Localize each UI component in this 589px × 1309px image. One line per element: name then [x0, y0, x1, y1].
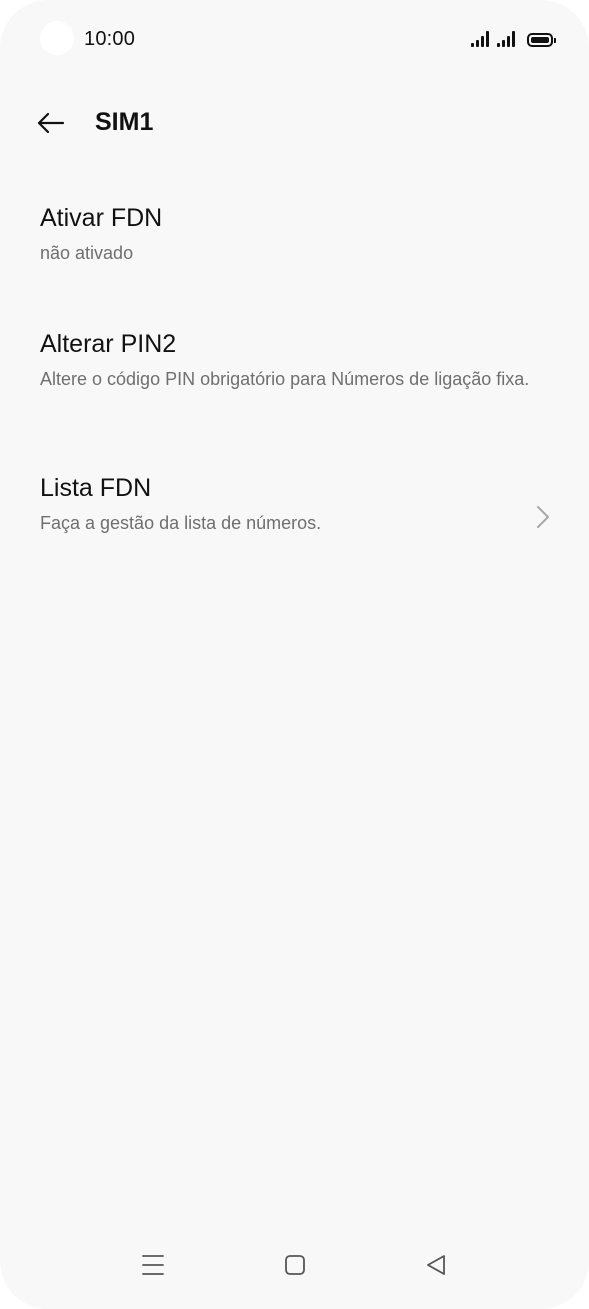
back-button[interactable] [28, 100, 74, 146]
menu-icon [142, 1255, 164, 1275]
chevron-right-icon [537, 506, 549, 528]
nav-back-button[interactable] [416, 1245, 456, 1285]
status-bar: 10:00 [0, 0, 589, 80]
battery-icon [527, 33, 556, 47]
navigation-bar [0, 1229, 589, 1309]
signal-sim2-icon [497, 29, 515, 47]
phone-screen: 10:00 SIM1 Ativar FDN não ativado Altera… [0, 0, 589, 1309]
settings-list: Ativar FDN não ativado Alterar PIN2 Alte… [0, 190, 589, 568]
back-triangle-icon [427, 1255, 445, 1275]
setting-fdn-list[interactable]: Lista FDN Faça a gestão da lista de núme… [0, 460, 589, 568]
setting-subtitle: Faça a gestão da lista de números. [40, 513, 322, 533]
camera-cutout [40, 21, 74, 55]
setting-title: Lista FDN [40, 474, 152, 502]
setting-subtitle: Altere o código PIN obrigatório para Núm… [40, 369, 530, 389]
arrow-left-icon [37, 112, 65, 134]
setting-change-pin2[interactable]: Alterar PIN2 Altere o código PIN obrigat… [0, 316, 589, 450]
recent-apps-button[interactable] [133, 1245, 173, 1285]
home-icon [285, 1255, 305, 1275]
status-icons [471, 29, 556, 47]
home-button[interactable] [275, 1245, 315, 1285]
page-title: SIM1 [95, 108, 154, 136]
signal-sim1-icon [471, 29, 489, 47]
status-time: 10:00 [84, 28, 136, 50]
app-bar: SIM1 [0, 96, 589, 150]
setting-title: Ativar FDN [40, 204, 163, 232]
setting-activate-fdn[interactable]: Ativar FDN não ativado [0, 190, 589, 298]
setting-title: Alterar PIN2 [40, 330, 177, 358]
setting-subtitle: não ativado [40, 243, 134, 263]
